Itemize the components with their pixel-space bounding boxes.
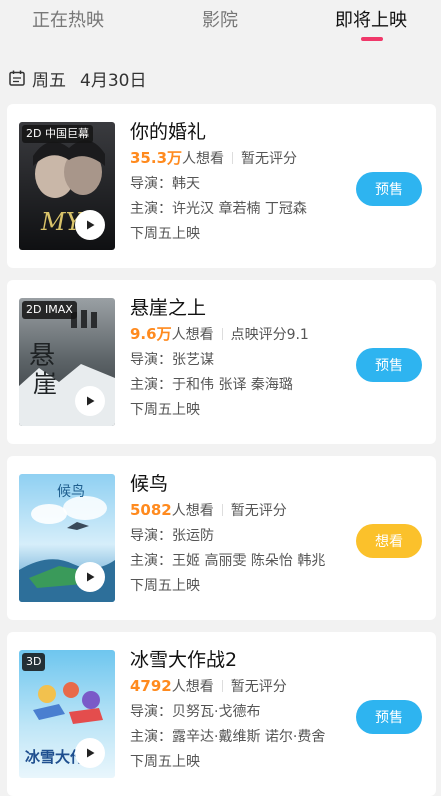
svg-text:崖: 崖 [33,370,57,398]
cast-line: 主演：露辛达·戴维斯 诺尔·费舍 [130,729,326,745]
wish-suffix: 人想看 [171,503,214,519]
wish-count: 9.6万 [130,325,172,343]
cast-line: 主演：王姬 高丽雯 陈朵怡 韩兆 [130,553,326,569]
director-line: 导演：韩天 [130,176,200,192]
director-line: 导演：贝努瓦·戈德布 [130,704,261,720]
movie-info: 悬崖之上 9.6万人想看 点映评分9.1 导演：张艺谋 主演：于和伟 张译 秦海璐… [130,294,309,423]
release-line: 下周五上映 [130,226,200,242]
cast-line: 主演：许光汉 章若楠 丁冠森 [130,201,307,217]
wish-rating-line: 35.3万人想看 暂无评分 [130,146,307,172]
wish-rating-line: 5082人想看 暂无评分 [130,498,325,524]
rating-text: 暂无评分 [230,679,287,695]
movie-card[interactable]: 冰雪大作 3D 冰雪大作战2 4792人想看 暂无评分 导演：贝努瓦·戈德布 主演… [7,632,436,796]
wish-count: 5082 [130,501,172,519]
movie-title: 冰雪大作战2 [130,649,238,671]
tab-coming-soon[interactable]: 即将上映 [335,6,407,32]
divider [221,328,223,340]
svg-text:悬: 悬 [29,341,55,371]
play-trailer-icon[interactable] [75,562,105,592]
rating-text: 暂无评分 [230,503,287,519]
movie-info: 你的婚礼 35.3万人想看 暂无评分 导演：韩天 主演：许光汉 章若楠 丁冠森 下… [130,118,307,247]
wish-rating-line: 9.6万人想看 点映评分9.1 [130,322,309,348]
wish-count: 35.3万 [130,149,183,167]
movie-card[interactable]: 候鸟 候鸟 5082人想看 暂无评分 导演：张运防 主演：王姬 高丽雯 陈朵怡 韩… [7,456,436,620]
play-trailer-icon[interactable] [75,210,105,240]
svg-text:候鸟: 候鸟 [57,484,85,500]
play-trailer-icon[interactable] [75,738,105,768]
date-header: 周五 4月30日 [8,66,147,91]
format-tag: 3D [22,653,46,671]
wish-rating-line: 4792人想看 暂无评分 [130,674,325,700]
calendar-icon [8,69,26,87]
wish-suffix: 人想看 [171,327,214,343]
tab-cinemas[interactable]: 影院 [202,6,238,32]
movie-card[interactable]: MY 2D 中国巨幕 你的婚礼 35.3万人想看 暂无评分 导演：韩天 主演：许光… [7,104,436,268]
wish-count: 4792 [130,677,172,695]
format-tag: 2D 中国巨幕 [22,125,93,143]
wish-suffix: 人想看 [171,679,214,695]
format-tag: 2D IMAX [22,301,77,319]
want-to-see-button[interactable]: 想看 [356,524,422,558]
movie-title: 候鸟 [130,473,169,495]
release-line: 下周五上映 [130,402,200,418]
movie-card[interactable]: 悬 崖 2D IMAX 悬崖之上 9.6万人想看 点映评分9.1 导演：张艺谋 主… [7,280,436,444]
divider [221,504,223,516]
movie-info: 冰雪大作战2 4792人想看 暂无评分 导演：贝努瓦·戈德布 主演：露辛达·戴维斯… [130,646,325,775]
director-line: 导演：张艺谋 [130,352,214,368]
movie-poster[interactable]: 悬 崖 2D IMAX [19,298,115,426]
movie-title: 悬崖之上 [130,297,207,319]
date-day: 4月30日 [80,70,147,91]
director-line: 导演：张运防 [130,528,214,544]
wish-suffix: 人想看 [182,151,225,167]
divider [221,680,223,692]
rating-text: 点映评分9.1 [230,327,309,343]
movie-title: 你的婚礼 [130,121,207,143]
divider [232,152,234,164]
movie-poster[interactable]: 候鸟 [19,474,115,602]
release-line: 下周五上映 [130,754,200,770]
movie-poster[interactable]: MY 2D 中国巨幕 [19,122,115,250]
active-tab-indicator [361,37,383,41]
presale-button[interactable]: 预售 [356,700,422,734]
tab-now-showing[interactable]: 正在热映 [32,6,104,32]
top-tab-bar: 正在热映 影院 即将上映 [0,0,441,46]
movie-info: 候鸟 5082人想看 暂无评分 导演：张运防 主演：王姬 高丽雯 陈朵怡 韩兆 下… [130,470,325,599]
cast-line: 主演：于和伟 张译 秦海璐 [130,377,293,393]
presale-button[interactable]: 预售 [356,172,422,206]
play-trailer-icon[interactable] [75,386,105,416]
date-weekday: 周五 [32,70,66,91]
movie-poster[interactable]: 冰雪大作 3D [19,650,115,778]
release-line: 下周五上映 [130,578,200,594]
rating-text: 暂无评分 [241,151,298,167]
presale-button[interactable]: 预售 [356,348,422,382]
